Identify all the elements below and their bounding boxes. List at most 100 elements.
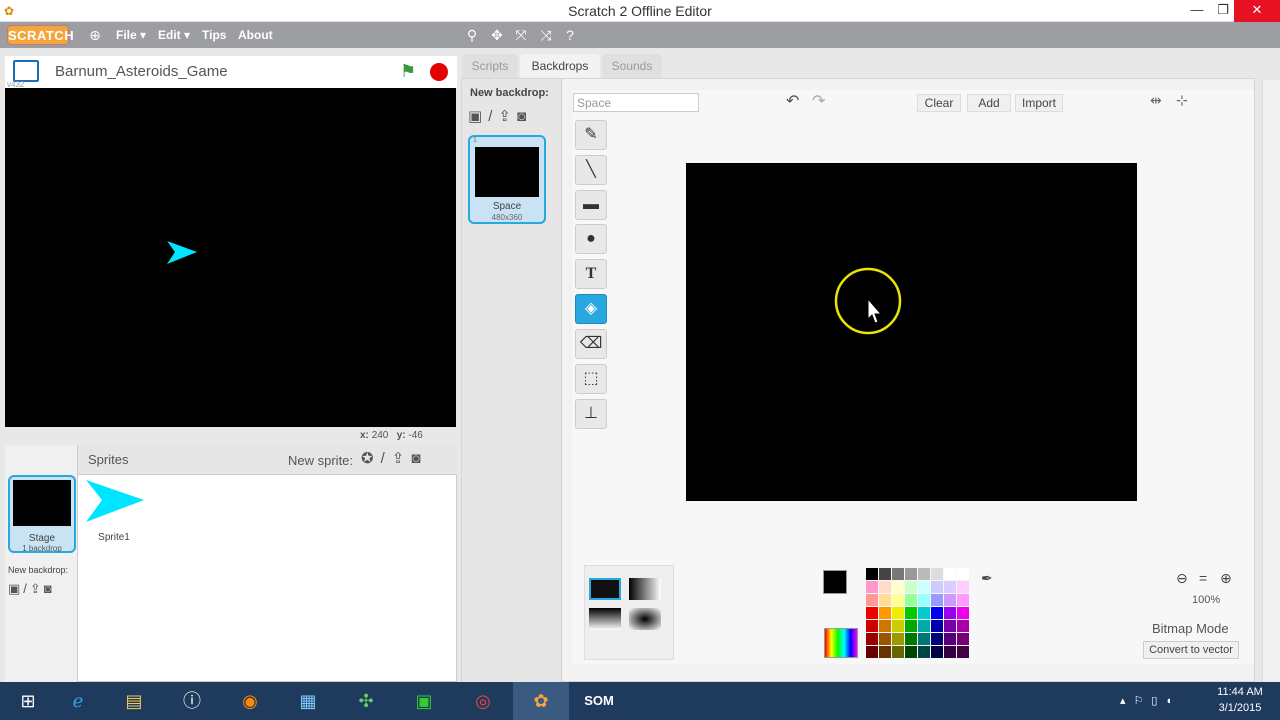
palette-swatch[interactable] <box>879 607 891 619</box>
palette-swatch[interactable] <box>892 594 904 606</box>
globe-icon[interactable]: ⊕ <box>86 26 104 44</box>
sprite1-thumbnail-card[interactable]: Sprite1 <box>84 478 144 550</box>
palette-swatch[interactable] <box>944 607 956 619</box>
palette-swatch[interactable] <box>957 620 969 632</box>
backdrop-upload-file-icon[interactable]: ⇪ <box>498 108 517 125</box>
close-button[interactable]: ✕ <box>1234 0 1280 22</box>
costume-name-input[interactable] <box>573 93 699 112</box>
grow-icon[interactable]: ⤧ <box>512 26 530 44</box>
palette-swatch[interactable] <box>905 581 917 593</box>
palette-swatch[interactable] <box>918 581 930 593</box>
palette-swatch[interactable] <box>892 646 904 658</box>
eraser-tool-icon[interactable]: ⌫ <box>575 329 607 359</box>
palette-swatch[interactable] <box>957 568 969 580</box>
project-title[interactable]: Barnum_Asteroids_Game <box>55 63 228 80</box>
about-menu[interactable]: About <box>238 28 273 42</box>
backdrop-choose-icon[interactable]: ▣ <box>468 108 488 125</box>
palette-swatch[interactable] <box>931 594 943 606</box>
palette-swatch[interactable] <box>905 633 917 645</box>
palette-swatch[interactable] <box>866 568 878 580</box>
stage-canvas[interactable] <box>5 88 456 427</box>
palette-swatch[interactable] <box>879 620 891 632</box>
palette-swatch[interactable] <box>957 594 969 606</box>
palette-swatch[interactable] <box>866 594 878 606</box>
maximize-button[interactable]: ❐ <box>1210 0 1236 22</box>
palette-swatch[interactable] <box>931 646 943 658</box>
clear-button[interactable]: Clear <box>917 94 961 112</box>
tab-sounds[interactable]: Sounds <box>602 54 662 78</box>
right-scrollbar[interactable] <box>1262 80 1280 682</box>
palette-swatch[interactable] <box>905 646 917 658</box>
scratch-logo[interactable]: SCRATCH <box>7 25 74 45</box>
tab-scripts[interactable]: Scripts <box>462 54 518 78</box>
palette-swatch[interactable] <box>892 581 904 593</box>
fill-vertical-gradient-option[interactable] <box>589 608 621 630</box>
palette-swatch[interactable] <box>866 607 878 619</box>
add-button[interactable]: Add <box>967 94 1011 112</box>
palette-swatch[interactable] <box>879 581 891 593</box>
chrome-icon[interactable]: ◎ <box>455 682 511 720</box>
palette-swatch[interactable] <box>944 581 956 593</box>
sprite-paint-icon[interactable]: / <box>381 450 392 467</box>
import-button[interactable]: Import <box>1015 94 1063 112</box>
text-tool-icon[interactable]: T <box>575 259 607 289</box>
sprite-upload-icon[interactable]: ⇪ <box>392 450 412 467</box>
palette-swatch[interactable] <box>957 581 969 593</box>
zoom-reset-icon[interactable]: = <box>1199 570 1207 586</box>
backdrop-upload-icon[interactable]: ⇪ <box>30 581 44 596</box>
palette-swatch[interactable] <box>905 607 917 619</box>
sprite-camera-icon[interactable]: ◙ <box>411 450 427 467</box>
rectangle-tool-icon[interactable]: ▬ <box>575 190 607 220</box>
brush-tool-icon[interactable]: ✎ <box>575 120 607 150</box>
palette-swatch[interactable] <box>931 607 943 619</box>
backdrop-webcam-icon[interactable]: ◙ <box>517 108 532 125</box>
backdrop-item-card[interactable]: 1 Space 480x360 <box>468 135 546 224</box>
fill-tool-icon[interactable]: ◈ <box>575 294 607 324</box>
backdrop-paint-icon[interactable]: / <box>23 581 30 596</box>
palette-swatch[interactable] <box>879 633 891 645</box>
stop-icon[interactable] <box>430 63 448 81</box>
green-flag-icon[interactable]: ⚑ <box>400 61 416 82</box>
palette-swatch[interactable] <box>957 633 969 645</box>
file-menu[interactable]: File ▾ <box>116 28 146 42</box>
set-center-icon[interactable]: ⊹ <box>1176 92 1188 109</box>
clock-date[interactable]: 3/1/2015 <box>1210 702 1270 714</box>
sprite-library-icon[interactable]: ✪ <box>361 450 381 467</box>
palette-swatch[interactable] <box>931 581 943 593</box>
shrink-icon[interactable]: ⤨ <box>537 26 555 44</box>
tips-menu[interactable]: Tips <box>202 28 226 42</box>
palette-swatch[interactable] <box>866 620 878 632</box>
fill-radial-gradient-option[interactable] <box>629 608 661 630</box>
palette-swatch[interactable] <box>892 620 904 632</box>
palette-swatch[interactable] <box>918 633 930 645</box>
line-tool-icon[interactable]: ╲ <box>575 155 607 185</box>
palette-swatch[interactable] <box>892 568 904 580</box>
redo-icon[interactable]: ↷ <box>812 91 825 111</box>
palette-swatch[interactable] <box>866 633 878 645</box>
palette-swatch[interactable] <box>905 620 917 632</box>
select-tool-icon[interactable]: ⬚ <box>575 364 607 394</box>
start-button-icon[interactable]: ⊞ <box>0 682 56 720</box>
palette-swatch[interactable] <box>957 646 969 658</box>
paint-canvas[interactable] <box>686 163 1137 501</box>
cut-scissors-icon[interactable]: ✥ <box>488 26 506 44</box>
firefox-icon[interactable]: ◉ <box>222 682 278 720</box>
palette-swatch[interactable] <box>879 568 891 580</box>
backdrop-draw-icon[interactable]: / <box>488 108 498 125</box>
duplicate-stamp-icon[interactable]: ⚲ <box>463 26 481 44</box>
palette-swatch[interactable] <box>879 594 891 606</box>
file-explorer-icon[interactable]: ▤ <box>106 682 162 720</box>
store-icon[interactable]: ▣ <box>396 682 452 720</box>
edit-menu[interactable]: Edit ▾ <box>158 28 190 42</box>
eyedropper-icon[interactable]: ✒ <box>981 570 993 587</box>
fill-solid-option[interactable] <box>589 578 621 600</box>
palette-swatch[interactable] <box>866 646 878 658</box>
palette-swatch[interactable] <box>931 568 943 580</box>
primary-color-swatch[interactable] <box>823 570 847 594</box>
palette-swatch[interactable] <box>905 594 917 606</box>
palette-swatch[interactable] <box>931 620 943 632</box>
palette-swatch[interactable] <box>892 607 904 619</box>
minimize-button[interactable]: — <box>1184 0 1210 22</box>
help-icon[interactable]: ? <box>561 26 579 44</box>
palette-swatch[interactable] <box>944 568 956 580</box>
